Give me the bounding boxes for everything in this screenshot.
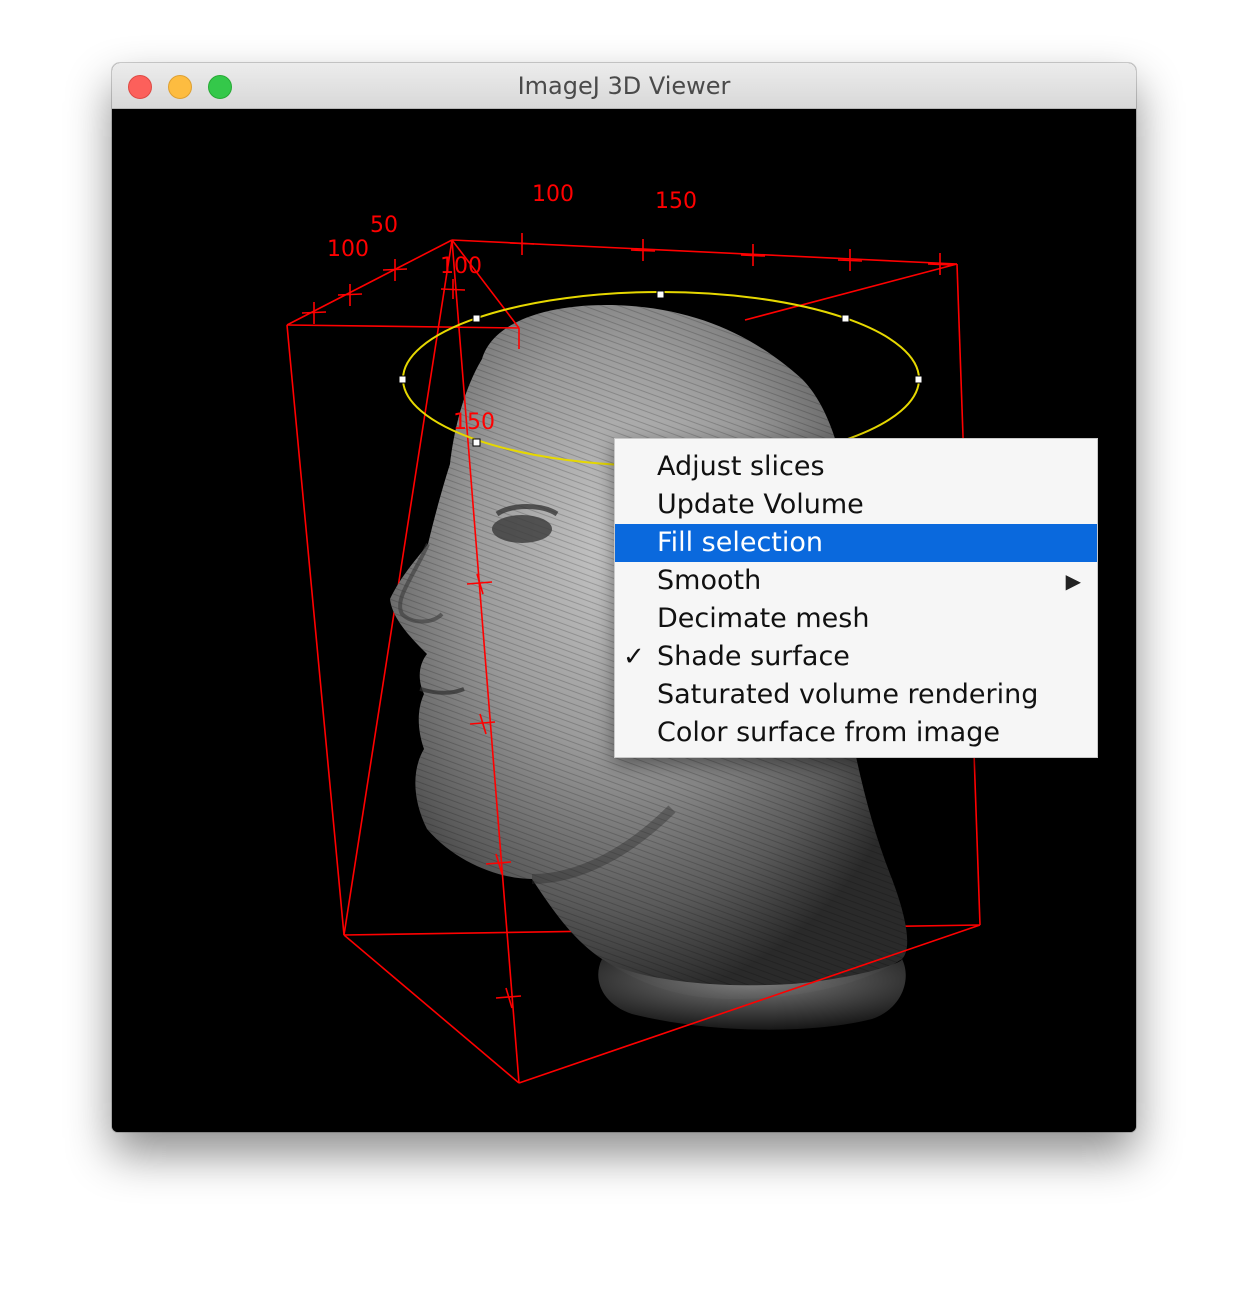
roi-handle[interactable] [472, 438, 481, 447]
roi-handle[interactable] [472, 314, 481, 323]
menu-item-shade-surface[interactable]: ✓ Shade surface [615, 638, 1097, 676]
label-top-100: 100 [532, 182, 574, 207]
3d-render-canvas[interactable]: 100 150 50 100 100 150 Adjust slices Upd… [112, 109, 1136, 1132]
label-left-100: 100 [327, 237, 369, 262]
label-front-100: 100 [440, 254, 482, 279]
menu-item-label: Saturated volume rendering [657, 679, 1039, 710]
roi-handle[interactable] [656, 290, 665, 299]
menu-item-color-surface-from-image[interactable]: Color surface from image [615, 714, 1097, 752]
menu-item-label: Adjust slices [657, 451, 825, 482]
window-title: ImageJ 3D Viewer [517, 72, 731, 100]
label-front-150: 150 [453, 410, 495, 435]
submenu-arrow-icon: ▶ [1065, 569, 1081, 593]
menu-item-fill-selection[interactable]: Fill selection [615, 524, 1097, 562]
checkmark-icon: ✓ [623, 642, 645, 672]
menu-item-label: Shade surface [657, 641, 850, 672]
menu-item-label: Update Volume [657, 489, 864, 520]
label-left-50: 50 [370, 213, 398, 238]
title-bar[interactable]: ImageJ 3D Viewer [112, 63, 1136, 109]
roi-handle[interactable] [841, 314, 850, 323]
menu-item-smooth[interactable]: Smooth ▶ [615, 562, 1097, 600]
menu-item-label: Color surface from image [657, 717, 1000, 748]
menu-item-decimate-mesh[interactable]: Decimate mesh [615, 600, 1097, 638]
roi-handle[interactable] [398, 375, 407, 384]
menu-item-saturated-volume-rendering[interactable]: Saturated volume rendering [615, 676, 1097, 714]
menu-item-label: Decimate mesh [657, 603, 870, 634]
menu-item-label: Fill selection [657, 527, 824, 558]
roi-handle[interactable] [914, 375, 923, 384]
menu-item-update-volume[interactable]: Update Volume [615, 486, 1097, 524]
menu-item-label: Smooth [657, 565, 762, 596]
menu-item-adjust-slices[interactable]: Adjust slices [615, 448, 1097, 486]
label-top-150: 150 [655, 189, 697, 214]
context-menu: Adjust slices Update Volume Fill selecti… [614, 438, 1098, 758]
imagej-3d-viewer-window: ImageJ 3D Viewer 100 150 50 100 100 150 … [112, 63, 1136, 1132]
